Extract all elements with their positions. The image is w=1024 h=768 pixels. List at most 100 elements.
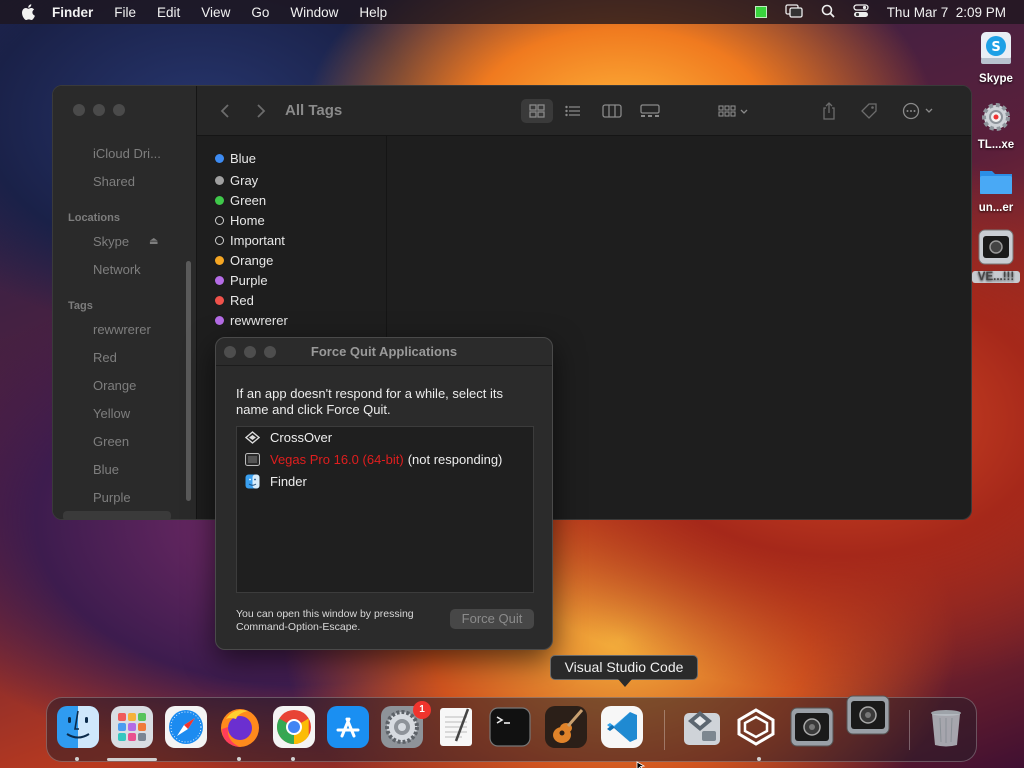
dock-launchpad[interactable] bbox=[109, 705, 155, 752]
forward-chevron-icon[interactable] bbox=[251, 99, 271, 123]
dock-chrome[interactable] bbox=[271, 705, 317, 754]
sidebar-tag-yellow[interactable]: Yellow bbox=[93, 406, 130, 421]
running-indicator bbox=[237, 757, 241, 761]
desktop-icon-folder[interactable]: un...er bbox=[972, 165, 1020, 214]
dock-garageband[interactable] bbox=[543, 705, 589, 754]
tag-color-dot bbox=[215, 195, 224, 205]
sidebar-tag-rewwrerer[interactable]: rewwrerer bbox=[93, 322, 151, 337]
app-name: CrossOver bbox=[270, 429, 333, 445]
minimize-button[interactable] bbox=[93, 104, 105, 116]
app-row-vegas[interactable]: Vegas Pro 16.0 (64-bit) (not responding) bbox=[245, 449, 502, 469]
apple-menu-icon[interactable] bbox=[18, 4, 38, 20]
dock-safari[interactable] bbox=[163, 705, 209, 752]
force-quit-button[interactable]: Force Quit bbox=[450, 609, 534, 629]
folder-icon bbox=[978, 171, 1014, 200]
dialog-message: If an app doesn't respond for a while, s… bbox=[236, 386, 503, 417]
screen-recording-indicator[interactable] bbox=[754, 6, 767, 18]
eject-icon[interactable]: ⏏ bbox=[149, 236, 158, 247]
tag-row-gray[interactable]: Gray bbox=[215, 170, 258, 190]
close-button[interactable] bbox=[73, 104, 85, 116]
menu-window[interactable]: Window bbox=[290, 5, 338, 20]
tag-label: Green bbox=[230, 192, 267, 208]
menu-app-name[interactable]: Finder bbox=[52, 5, 93, 20]
tag-icon[interactable] bbox=[857, 99, 881, 123]
menu-file[interactable]: File bbox=[114, 5, 136, 20]
sidebar-item-skype[interactable]: Skype bbox=[93, 234, 129, 249]
sidebar-tag-orange[interactable]: Orange bbox=[93, 378, 136, 393]
list-view-icon[interactable] bbox=[557, 99, 589, 123]
crossover-icon bbox=[245, 430, 260, 445]
dock-vegas-2[interactable] bbox=[845, 694, 891, 740]
dock-finder[interactable] bbox=[55, 705, 101, 752]
menu-go[interactable]: Go bbox=[251, 5, 269, 20]
tag-color-dot bbox=[215, 315, 224, 325]
running-indicator bbox=[75, 757, 79, 761]
sidebar-tag-purple[interactable]: Purple bbox=[93, 490, 131, 505]
dock-trash[interactable] bbox=[923, 706, 969, 752]
menu-view[interactable]: View bbox=[201, 5, 230, 20]
dock-crossover[interactable] bbox=[679, 706, 725, 752]
tag-label: Blue bbox=[230, 150, 257, 166]
back-chevron-icon[interactable] bbox=[215, 99, 235, 123]
tag-label: Home bbox=[230, 212, 265, 228]
desktop-icon-skype[interactable]: S Skype bbox=[972, 30, 1020, 85]
tag-color-dot bbox=[215, 175, 224, 185]
tag-row-green[interactable]: Green bbox=[215, 190, 266, 210]
group-by-icon[interactable] bbox=[713, 99, 753, 123]
dock-app-store[interactable] bbox=[325, 705, 371, 752]
desktop-icon-tl[interactable]: TL...xe bbox=[972, 100, 1020, 151]
tag-row-rewwrerer[interactable]: rewwrerer bbox=[215, 310, 288, 330]
guitar-icon bbox=[544, 705, 588, 754]
menu-clock[interactable]: Thu Mar 7 2:09 PM bbox=[887, 5, 1006, 20]
tag-row-blue[interactable]: Blue bbox=[215, 148, 256, 168]
menu-help[interactable]: Help bbox=[359, 5, 387, 20]
dock-terminal[interactable] bbox=[487, 706, 533, 752]
menu-bar: Finder File Edit View Go Window Help Thu… bbox=[0, 0, 1024, 24]
tag-row-orange[interactable]: Orange bbox=[215, 250, 273, 270]
sidebar-item-network[interactable]: Network bbox=[93, 262, 141, 277]
app-row-finder[interactable]: Finder bbox=[245, 471, 307, 491]
dock-vegas[interactable] bbox=[789, 706, 835, 752]
dock-firefox[interactable] bbox=[217, 706, 263, 752]
sidebar-tag-blue[interactable]: Blue bbox=[93, 462, 119, 477]
column-view-icon[interactable] bbox=[595, 99, 629, 123]
screen-mirroring-icon[interactable] bbox=[785, 3, 803, 21]
icon-view-icon[interactable] bbox=[521, 99, 553, 123]
video-app-icon bbox=[845, 692, 891, 743]
vscode-icon bbox=[600, 705, 644, 754]
search-icon[interactable] bbox=[821, 4, 835, 21]
svg-text:S: S bbox=[991, 40, 1000, 55]
app-row-crossover[interactable]: CrossOver bbox=[245, 427, 332, 447]
sidebar-tag-red[interactable]: Red bbox=[93, 350, 117, 365]
sidebar-item-shared[interactable]: Shared bbox=[93, 174, 135, 189]
chrome-icon bbox=[272, 705, 316, 754]
dock-unity-hub[interactable] bbox=[733, 706, 779, 752]
tag-color-dot bbox=[215, 235, 224, 245]
sidebar-scrollbar[interactable] bbox=[186, 261, 191, 501]
dock-vscode[interactable] bbox=[599, 705, 645, 754]
gear-app-icon bbox=[979, 103, 1013, 137]
more-actions-icon[interactable] bbox=[899, 99, 939, 123]
share-icon[interactable] bbox=[817, 99, 841, 123]
app-name: Vegas Pro 16.0 (64-bit) bbox=[270, 451, 404, 467]
tooltip-arrow bbox=[618, 679, 632, 687]
sidebar-item-icloud[interactable]: iCloud Dri... bbox=[93, 146, 161, 161]
app-list[interactable]: CrossOver Vegas Pro 16.0 (64-bit) (not r… bbox=[236, 426, 534, 593]
dock-system-settings[interactable]: 1 bbox=[379, 701, 431, 752]
tag-color-dot bbox=[215, 215, 224, 225]
tag-row-important[interactable]: Important bbox=[215, 230, 285, 250]
zoom-button[interactable] bbox=[113, 104, 125, 116]
sidebar-tag-green[interactable]: Green bbox=[93, 434, 129, 449]
control-center-icon[interactable] bbox=[853, 3, 869, 21]
desktop-icon-label: VE...!!! bbox=[972, 271, 1020, 283]
notification-badge: 1 bbox=[413, 701, 431, 719]
gallery-view-icon[interactable] bbox=[633, 99, 667, 123]
tag-row-red[interactable]: Red bbox=[215, 290, 254, 310]
tag-row-home[interactable]: Home bbox=[215, 210, 265, 230]
dock-textedit[interactable] bbox=[433, 706, 479, 752]
sidebar-selected-item[interactable] bbox=[63, 511, 171, 519]
menu-edit[interactable]: Edit bbox=[157, 5, 180, 20]
tag-row-purple[interactable]: Purple bbox=[215, 270, 268, 290]
sidebar-section-tags: Tags bbox=[68, 300, 93, 312]
desktop-icon-vegas[interactable]: VE...!!! bbox=[972, 228, 1020, 283]
